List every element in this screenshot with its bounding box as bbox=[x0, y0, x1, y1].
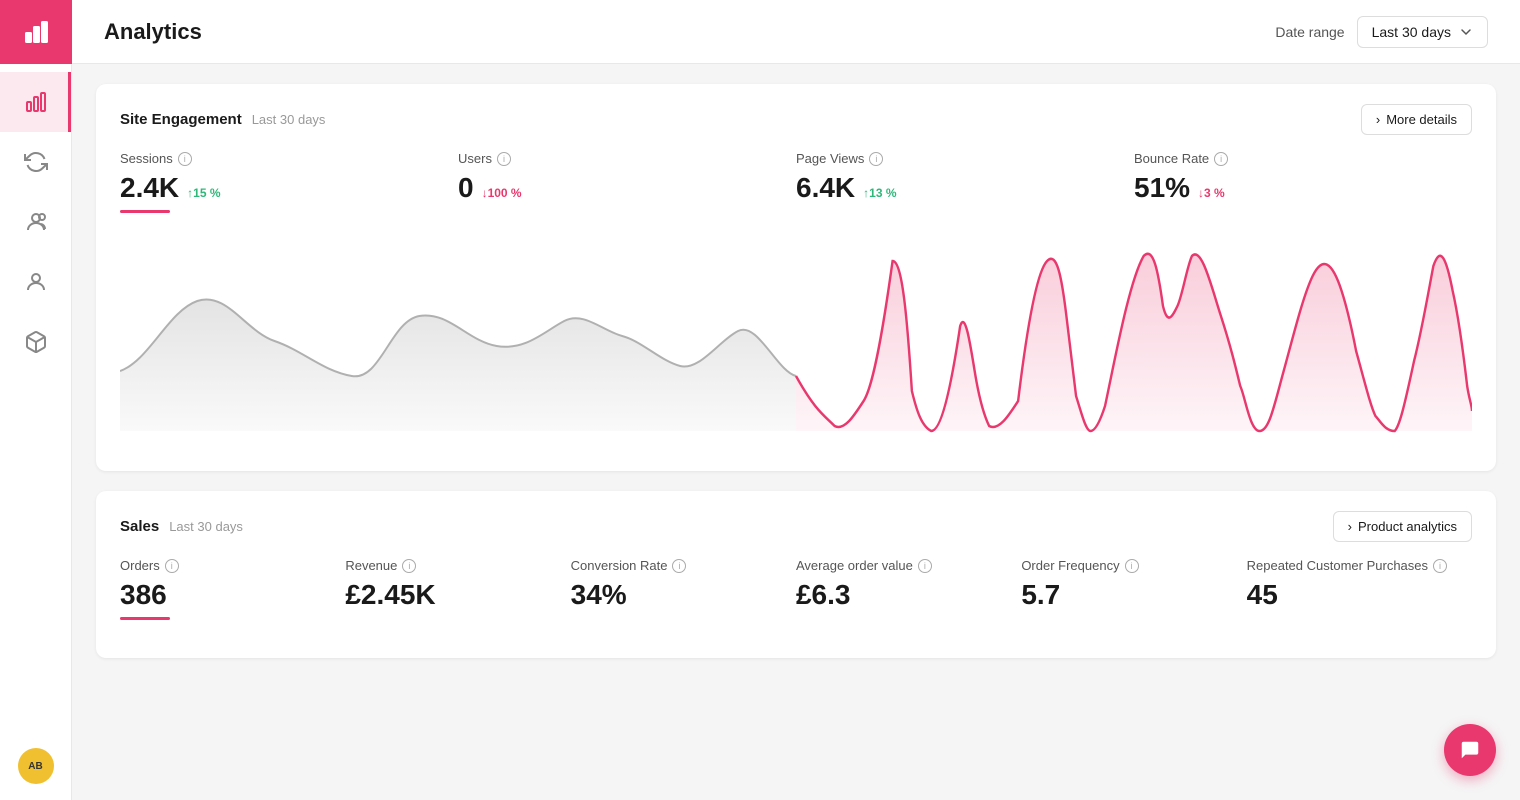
products-icon bbox=[24, 330, 48, 354]
metric-conversion-rate: Conversion Rate i 34% bbox=[571, 558, 796, 620]
refresh-icon bbox=[24, 150, 48, 174]
product-analytics-button[interactable]: › Product analytics bbox=[1333, 511, 1472, 542]
bounce-rate-change: ↓3 % bbox=[1198, 186, 1225, 200]
bounce-rate-info-icon[interactable]: i bbox=[1214, 152, 1228, 166]
main-content: Analytics Date range Last 30 days Site E… bbox=[72, 0, 1520, 800]
metric-bounce-rate-value: 51% ↓3 % bbox=[1134, 172, 1452, 204]
sidebar-logo[interactable] bbox=[0, 0, 72, 64]
sidebar-item-profile[interactable] bbox=[0, 252, 71, 312]
metric-revenue-value: £2.45K bbox=[345, 579, 550, 611]
site-engagement-card: Site Engagement Last 30 days › More deta… bbox=[96, 84, 1496, 471]
metric-page-views-value: 6.4K ↑13 % bbox=[796, 172, 1114, 204]
order-freq-info-icon[interactable]: i bbox=[1125, 559, 1139, 573]
more-details-label: More details bbox=[1386, 112, 1457, 127]
site-engagement-metrics: Sessions i 2.4K ↑15 % Users i bbox=[120, 151, 1472, 213]
sales-metrics: Orders i 386 Revenue i £2.45K bbox=[120, 558, 1472, 620]
chevron-down-icon bbox=[1459, 25, 1473, 39]
chevron-right-icon-sales: › bbox=[1348, 519, 1352, 534]
conversion-info-icon[interactable]: i bbox=[672, 559, 686, 573]
metric-order-frequency-label: Order Frequency i bbox=[1021, 558, 1226, 573]
sessions-change: ↑15 % bbox=[187, 186, 220, 200]
avg-order-info-icon[interactable]: i bbox=[918, 559, 932, 573]
gray-fill bbox=[120, 299, 796, 431]
date-range-container: Date range Last 30 days bbox=[1275, 16, 1488, 48]
metric-repeated-purchases-value: 45 bbox=[1247, 579, 1452, 611]
metric-users: Users i 0 ↓100 % bbox=[458, 151, 796, 213]
metric-bounce-rate: Bounce Rate i 51% ↓3 % bbox=[1134, 151, 1472, 213]
metric-order-frequency-value: 5.7 bbox=[1021, 579, 1226, 611]
sessions-underline bbox=[120, 210, 170, 213]
metric-avg-order-value: £6.3 bbox=[796, 579, 1001, 611]
page-views-change: ↑13 % bbox=[863, 186, 896, 200]
users-change: ↓100 % bbox=[482, 186, 522, 200]
metric-sessions: Sessions i 2.4K ↑15 % bbox=[120, 151, 458, 213]
users-info-icon[interactable]: i bbox=[497, 152, 511, 166]
metric-page-views-label: Page Views i bbox=[796, 151, 1114, 166]
metric-revenue: Revenue i £2.45K bbox=[345, 558, 570, 620]
profile-icon bbox=[24, 270, 48, 294]
sidebar-item-analytics[interactable] bbox=[0, 72, 71, 132]
metric-orders: Orders i 386 bbox=[120, 558, 345, 620]
metric-avg-order: Average order value i £6.3 bbox=[796, 558, 1021, 620]
sidebar-bottom: AB bbox=[18, 748, 54, 784]
chat-icon bbox=[1459, 739, 1481, 761]
users-icon bbox=[24, 210, 48, 234]
revenue-info-icon[interactable]: i bbox=[402, 559, 416, 573]
avatar[interactable]: AB bbox=[18, 748, 54, 784]
sidebar-item-users[interactable] bbox=[0, 192, 71, 252]
sales-card: Sales Last 30 days › Product analytics O… bbox=[96, 491, 1496, 658]
chat-button[interactable] bbox=[1444, 724, 1496, 776]
orders-info-icon[interactable]: i bbox=[165, 559, 179, 573]
metric-conversion-rate-value: 34% bbox=[571, 579, 776, 611]
metric-repeated-purchases: Repeated Customer Purchases i 45 bbox=[1247, 558, 1472, 620]
page-views-info-icon[interactable]: i bbox=[869, 152, 883, 166]
sales-subtitle: Last 30 days bbox=[169, 519, 243, 534]
site-engagement-subtitle: Last 30 days bbox=[252, 112, 326, 127]
sidebar-item-refresh[interactable] bbox=[0, 132, 71, 192]
site-engagement-title: Site Engagement bbox=[120, 111, 242, 128]
analytics-icon bbox=[24, 90, 48, 114]
metric-sessions-value: 2.4K ↑15 % bbox=[120, 172, 438, 204]
metric-orders-value: 386 bbox=[120, 579, 325, 611]
metric-users-label: Users i bbox=[458, 151, 776, 166]
sidebar-item-products[interactable] bbox=[0, 312, 71, 372]
page-title: Analytics bbox=[104, 19, 202, 45]
date-range-value: Last 30 days bbox=[1372, 24, 1451, 40]
logo-icon bbox=[22, 18, 50, 46]
product-analytics-label: Product analytics bbox=[1358, 519, 1457, 534]
metric-repeated-purchases-label: Repeated Customer Purchases i bbox=[1247, 558, 1452, 573]
metric-bounce-rate-label: Bounce Rate i bbox=[1134, 151, 1452, 166]
site-engagement-header: Site Engagement Last 30 days › More deta… bbox=[120, 104, 1472, 135]
date-range-select[interactable]: Last 30 days bbox=[1357, 16, 1488, 48]
sessions-info-icon[interactable]: i bbox=[178, 152, 192, 166]
more-details-button[interactable]: › More details bbox=[1361, 104, 1472, 135]
sales-title-group: Sales Last 30 days bbox=[120, 518, 243, 535]
metric-order-frequency: Order Frequency i 5.7 bbox=[1021, 558, 1246, 620]
repeated-info-icon[interactable]: i bbox=[1433, 559, 1447, 573]
chevron-right-icon: › bbox=[1376, 112, 1380, 127]
metric-conversion-rate-label: Conversion Rate i bbox=[571, 558, 776, 573]
metric-sessions-label: Sessions i bbox=[120, 151, 438, 166]
sales-header: Sales Last 30 days › Product analytics bbox=[120, 511, 1472, 542]
page-header: Analytics Date range Last 30 days bbox=[72, 0, 1520, 64]
site-engagement-title-group: Site Engagement Last 30 days bbox=[120, 111, 325, 128]
orders-underline bbox=[120, 617, 170, 620]
metric-orders-label: Orders i bbox=[120, 558, 325, 573]
engagement-chart-svg bbox=[120, 231, 1472, 451]
metric-users-value: 0 ↓100 % bbox=[458, 172, 776, 204]
site-engagement-chart bbox=[120, 231, 1472, 451]
metric-avg-order-label: Average order value i bbox=[796, 558, 1001, 573]
sidebar: AB bbox=[0, 0, 72, 800]
metric-revenue-label: Revenue i bbox=[345, 558, 550, 573]
content-area: Site Engagement Last 30 days › More deta… bbox=[72, 64, 1520, 678]
date-range-label: Date range bbox=[1275, 24, 1344, 40]
metric-page-views: Page Views i 6.4K ↑13 % bbox=[796, 151, 1134, 213]
sales-title: Sales bbox=[120, 518, 159, 535]
sidebar-navigation bbox=[0, 64, 71, 748]
